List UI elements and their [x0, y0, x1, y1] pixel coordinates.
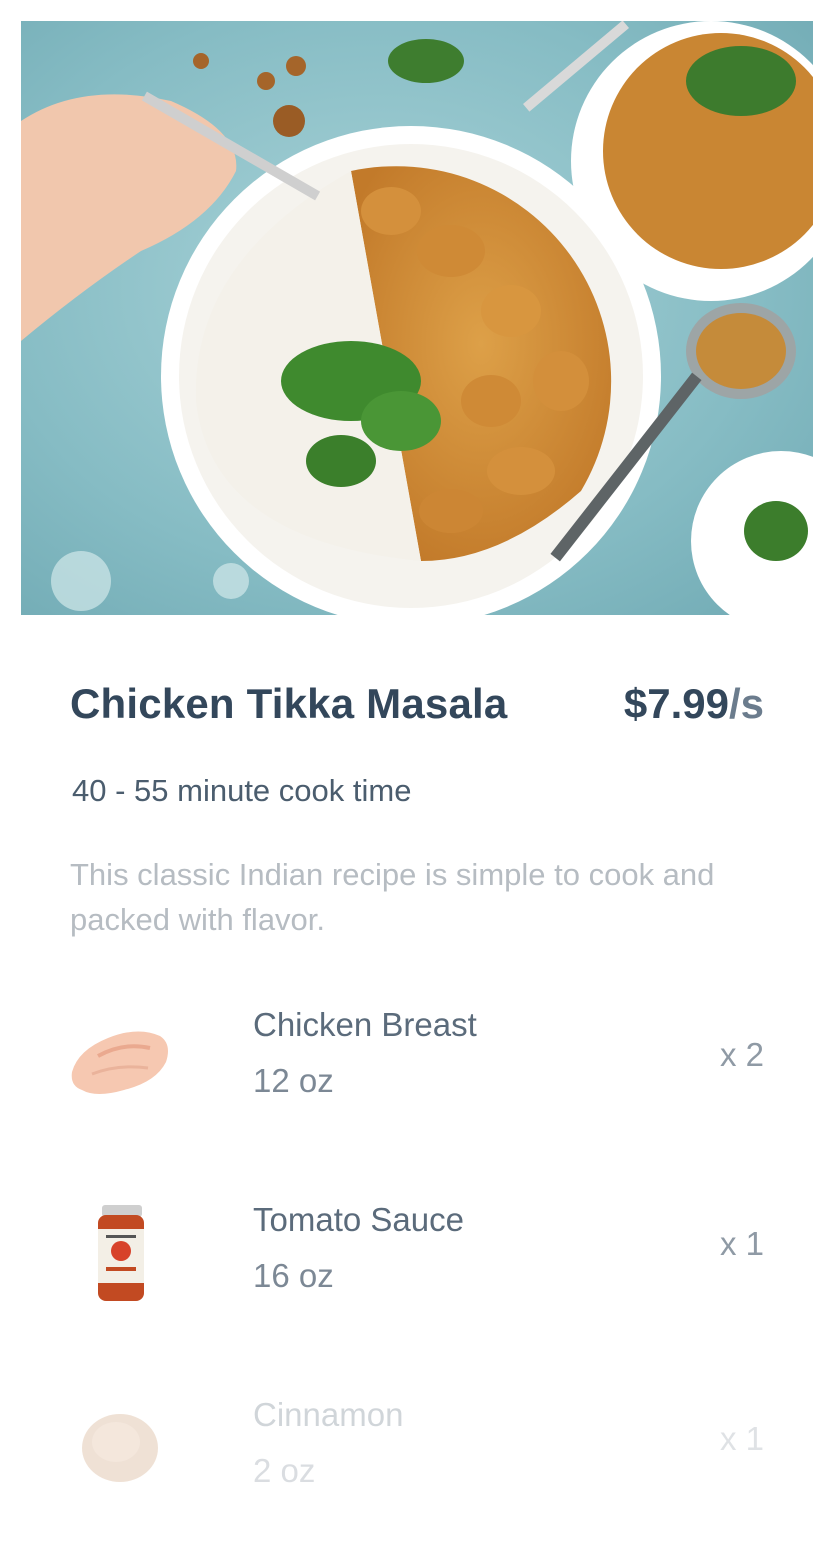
ingredient-size: 16 oz	[253, 1257, 334, 1294]
ingredient-quantity: x 1	[719, 1225, 764, 1262]
chicken-breast-icon	[68, 1002, 174, 1108]
ingredient-row-cinnamon[interactable]: Cinnamon 2 oz x 1	[0, 1380, 834, 1510]
ingredient-name: Tomato Sauce	[253, 1201, 464, 1238]
ingredient-row-chicken-breast[interactable]: Chicken Breast 12 oz x 2	[0, 990, 834, 1120]
recipe-description: This classic Indian recipe is simple to …	[70, 857, 715, 937]
recipe-title: Chicken Tikka Masala	[70, 680, 508, 727]
ingredient-size: 2 oz	[253, 1452, 316, 1489]
recipe-price: $7.99/s	[624, 680, 764, 728]
price-unit: /s	[728, 680, 764, 727]
ingredient-quantity: x 1	[719, 1420, 764, 1457]
recipe-hero-image	[21, 21, 813, 615]
chicken-tikka-masala-photo	[21, 21, 813, 615]
ingredient-row-tomato-sauce[interactable]: Tomato Sauce 16 oz x 1	[0, 1185, 834, 1315]
price-amount: $7.99	[623, 680, 729, 727]
cook-time: 40 - 55 minute cook time	[72, 773, 412, 808]
ingredient-size: 12 oz	[253, 1062, 334, 1099]
ingredient-name: Cinnamon	[253, 1396, 404, 1433]
cinnamon-powder-icon	[68, 1392, 174, 1498]
ingredient-name: Chicken Breast	[253, 1006, 477, 1043]
tomato-sauce-jar-icon	[68, 1199, 174, 1305]
ingredient-quantity: x 2	[719, 1036, 764, 1073]
